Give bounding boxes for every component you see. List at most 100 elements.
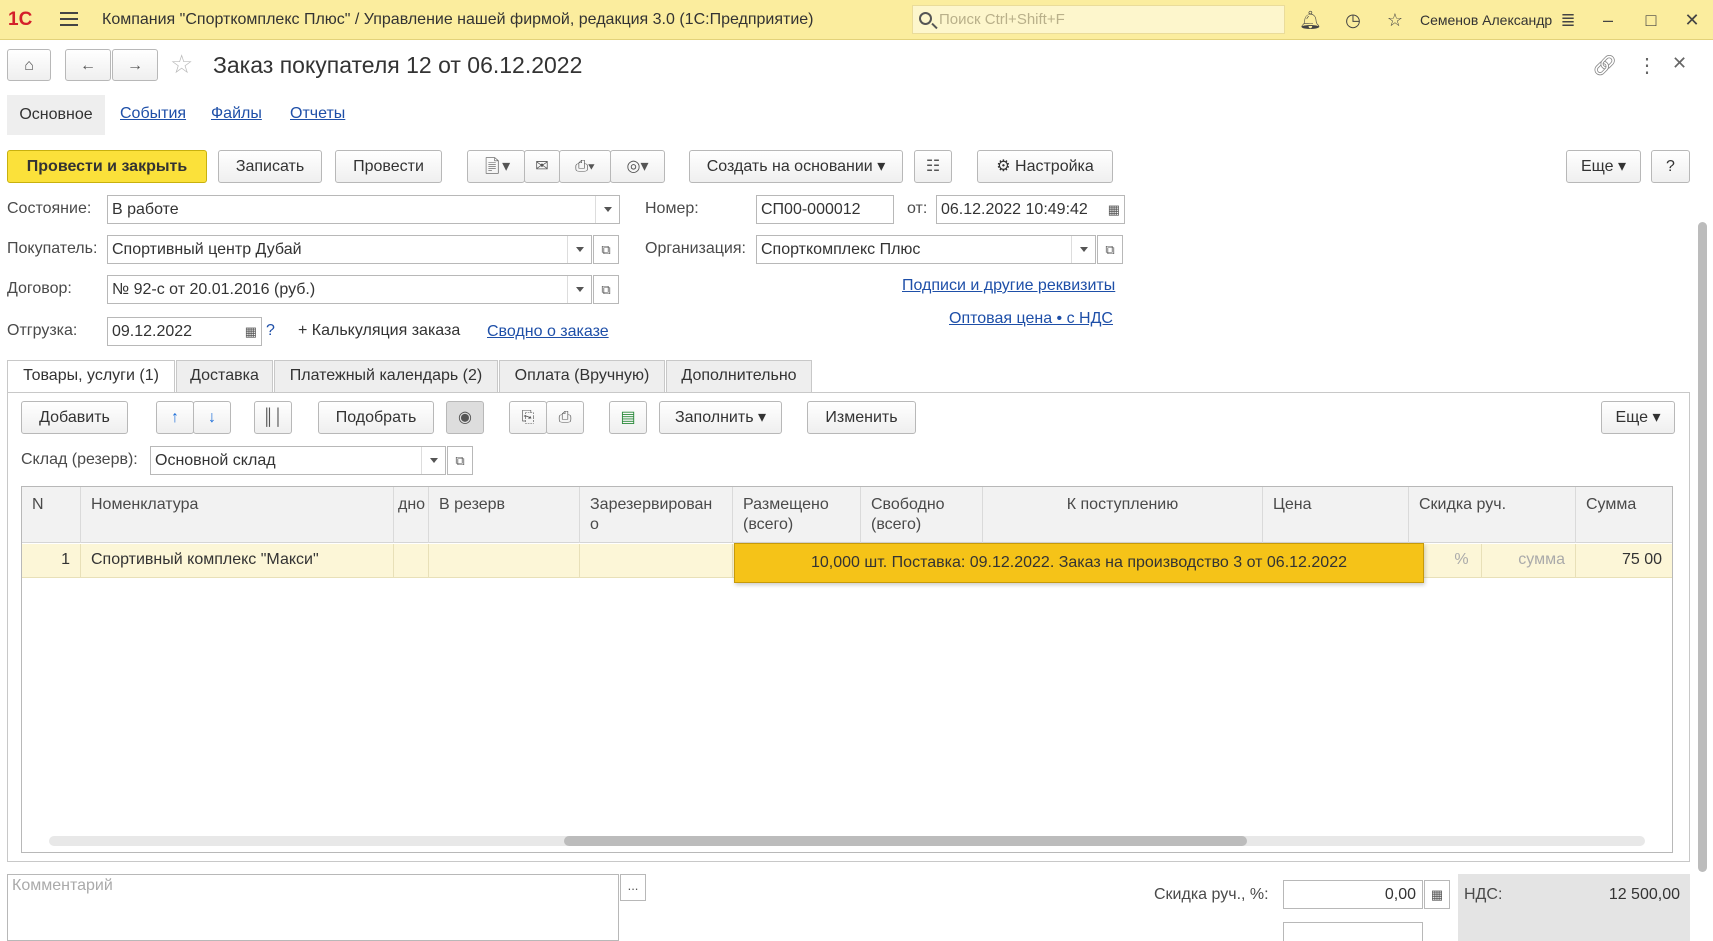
more-button[interactable]: Еще ▾ — [1566, 150, 1641, 183]
move-down-icon[interactable]: ↓ — [193, 401, 231, 434]
link-icon[interactable]: 🔗︎ — [1592, 53, 1617, 78]
post-button[interactable]: Провести — [335, 150, 442, 183]
pick-button[interactable]: Подобрать — [318, 401, 434, 434]
row-nomenclature[interactable]: Спортивный комплекс "Макси" — [81, 544, 394, 578]
print-icon[interactable]: ⎙▾ — [559, 150, 611, 183]
app-logo[interactable]: 1С — [8, 9, 32, 31]
row-to-reserve[interactable] — [429, 544, 580, 578]
price-type-link[interactable]: Оптовая цена • с НДС — [949, 310, 1113, 328]
col-free[interactable]: Свободно (всего) — [861, 487, 983, 543]
summary-link[interactable]: Сводно о заказе — [487, 323, 609, 341]
search-input[interactable]: Поиск Ctrl+Shift+F — [912, 5, 1285, 34]
scroll-thumb[interactable] — [564, 836, 1247, 846]
spreadsheet-icon[interactable]: ▤ — [609, 401, 647, 434]
signatures-link[interactable]: Подписи и другие реквизиты — [902, 277, 1115, 295]
tab-payment-calendar[interactable]: Платежный календарь (2) — [274, 360, 498, 392]
paste-icon[interactable]: ⎙ — [546, 401, 584, 434]
create-based-on-button[interactable]: Создать на основании ▾ — [689, 150, 903, 183]
calc-label[interactable]: + Калькуляция заказа — [298, 322, 460, 340]
col-sum[interactable]: Сумма — [1576, 487, 1672, 543]
comment-field[interactable]: Комментарий — [7, 874, 619, 941]
barcode-icon[interactable]: ║│ — [254, 401, 292, 434]
user-name[interactable]: Семенов Александр — [1420, 12, 1552, 28]
col-manual-discount[interactable]: Скидка руч. — [1409, 487, 1576, 543]
nav-tab-reports[interactable]: Отчеты — [290, 105, 345, 123]
row-discount-pct[interactable]: % — [1442, 544, 1482, 578]
calculator-icon[interactable]: ▦ — [1424, 880, 1450, 909]
create-doc-icon[interactable]: 📄︎▾ — [467, 150, 525, 183]
tab-additional[interactable]: Дополнительно — [666, 360, 812, 392]
change-button[interactable]: Изменить — [807, 401, 916, 434]
forward-button[interactable]: → — [112, 49, 158, 81]
nav-tab-main[interactable]: Основное — [7, 95, 105, 135]
comment-expand-button[interactable]: ... — [620, 874, 646, 901]
home-button[interactable]: ⌂ — [7, 49, 51, 81]
help-button[interactable]: ? — [1651, 150, 1690, 183]
copy-icon[interactable]: ⎘ — [509, 401, 547, 434]
state-field[interactable]: В работе — [107, 195, 620, 224]
main-menu-icon[interactable] — [60, 12, 78, 26]
col-quantity[interactable]: дно — [394, 487, 429, 543]
settings-button[interactable]: ⚙ Настройка — [977, 150, 1113, 183]
horizontal-scrollbar[interactable] — [49, 836, 1645, 846]
col-incoming[interactable]: К поступлению — [983, 487, 1263, 543]
post-and-close-button[interactable]: Провести и закрыть — [7, 150, 207, 183]
vertical-scrollbar[interactable] — [1698, 222, 1707, 872]
minimize-icon[interactable]: – — [1597, 9, 1619, 31]
move-up-icon[interactable]: ↑ — [156, 401, 194, 434]
date-field[interactable]: 06.12.2022 10:49:42 ▦ — [936, 195, 1125, 224]
email-icon[interactable]: ✉ — [524, 150, 560, 183]
col-reserved[interactable]: Зарезервирован о — [580, 487, 733, 543]
goods-table[interactable]: N Номенклатура дно В резерв Зарезервиров… — [21, 486, 1673, 853]
open-organization-icon[interactable]: ⧉ — [1097, 235, 1123, 264]
number-field[interactable]: СП00-000012 — [756, 195, 894, 224]
col-nomenclature[interactable]: Номенклатура — [81, 487, 394, 543]
table-more-button[interactable]: Еще ▾ — [1601, 401, 1675, 434]
tab-delivery[interactable]: Доставка — [176, 360, 273, 392]
tab-goods[interactable]: Товары, услуги (1) — [7, 360, 175, 393]
history-icon[interactable]: ◷ — [1342, 9, 1364, 31]
discount-field[interactable]: 0,00 — [1283, 880, 1423, 909]
favorite-star-icon[interactable]: ☆ — [170, 49, 193, 80]
organization-field[interactable]: Спорткомплекс Плюс — [756, 235, 1096, 264]
shipment-date-field[interactable]: 09.12.2022 ▦ — [107, 317, 262, 346]
chevron-down-icon[interactable] — [1071, 236, 1095, 263]
structure-icon[interactable]: ☷ — [914, 150, 952, 183]
edo-icon[interactable]: ◎▾ — [610, 150, 665, 183]
second-total-field[interactable] — [1283, 922, 1423, 941]
row-reserved[interactable] — [580, 544, 733, 578]
col-n[interactable]: N — [22, 487, 81, 543]
chevron-down-icon[interactable] — [595, 196, 619, 223]
maximize-icon[interactable]: □ — [1640, 9, 1662, 31]
row-discount-sum[interactable]: сумма — [1482, 544, 1576, 578]
row-sum[interactable]: 75 00 — [1576, 544, 1672, 578]
buyer-field[interactable]: Спортивный центр Дубай — [107, 235, 592, 264]
back-button[interactable]: ← — [65, 49, 111, 81]
open-contract-icon[interactable]: ⧉ — [593, 275, 619, 304]
warehouse-field[interactable]: Основной склад — [150, 446, 446, 475]
col-placed[interactable]: Размещено (всего) — [733, 487, 861, 543]
row-quantity[interactable] — [394, 544, 429, 578]
fill-button[interactable]: Заполнить ▾ — [659, 401, 782, 434]
chevron-down-icon[interactable] — [567, 276, 591, 303]
close-window-icon[interactable]: ✕ — [1681, 9, 1703, 31]
col-to-reserve[interactable]: В резерв — [429, 487, 580, 543]
shipment-help-icon[interactable]: ? — [266, 322, 275, 340]
more-vert-icon[interactable]: ⋮ — [1637, 53, 1657, 78]
open-warehouse-icon[interactable]: ⧉ — [447, 446, 473, 475]
close-form-icon[interactable]: ✕ — [1672, 53, 1687, 74]
col-price[interactable]: Цена — [1263, 487, 1409, 543]
calendar-icon[interactable]: ▦ — [245, 318, 257, 345]
settings-menu-icon[interactable]: ≣ — [1557, 9, 1579, 31]
open-buyer-icon[interactable]: ⧉ — [593, 235, 619, 264]
nav-tab-events[interactable]: События — [120, 105, 186, 123]
contract-field[interactable]: № 92-с от 20.01.2016 (руб.) — [107, 275, 592, 304]
eye-icon[interactable]: ◉ — [446, 401, 484, 434]
star-icon[interactable]: ☆ — [1384, 9, 1406, 31]
add-row-button[interactable]: Добавить — [21, 401, 128, 434]
nav-tab-files[interactable]: Файлы — [211, 105, 262, 123]
calendar-icon[interactable]: ▦ — [1108, 196, 1120, 223]
chevron-down-icon[interactable] — [567, 236, 591, 263]
bell-icon[interactable]: 🔔︎ — [1299, 9, 1322, 31]
tab-payment[interactable]: Оплата (Вручную) — [499, 360, 665, 392]
